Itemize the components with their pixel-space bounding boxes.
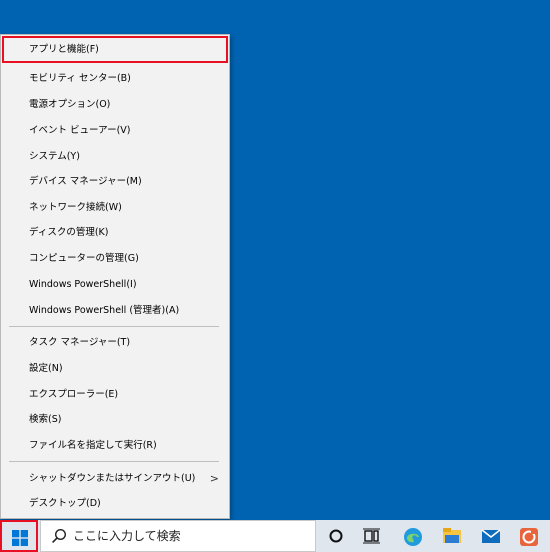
menu-item-label: シャットダウンまたはサインアウト(U) xyxy=(29,473,196,484)
menu-item-label: タスク マネージャー(T) xyxy=(29,337,131,348)
menu-item-label: 設定(N) xyxy=(29,363,63,374)
menu-item-disk-management[interactable]: ディスクの管理(K) xyxy=(3,220,227,245)
menu-item-label: Windows PowerShell(I) xyxy=(29,279,137,290)
menu-item-settings[interactable]: 設定(N) xyxy=(3,356,227,381)
taskbar: ここに入力して検索 xyxy=(0,520,550,552)
edge-button[interactable] xyxy=(394,520,430,552)
menu-item-file-explorer[interactable]: エクスプローラー(E) xyxy=(3,382,227,407)
office-button[interactable] xyxy=(510,520,546,552)
menu-item-search[interactable]: 検索(S) xyxy=(3,407,227,432)
menu-item-label: エクスプローラー(E) xyxy=(29,389,119,400)
office-icon xyxy=(520,528,538,546)
menu-item-mobility-center[interactable]: モビリティ センター(B) xyxy=(3,66,227,91)
menu-item-label: Windows PowerShell (管理者)(A) xyxy=(29,305,180,316)
windows-start-icon xyxy=(12,530,28,546)
menu-separator xyxy=(9,326,219,327)
menu-item-label: 検索(S) xyxy=(29,414,62,425)
menu-item-label: ネットワーク接続(W) xyxy=(29,202,122,213)
menu-item-label: コンピューターの管理(G) xyxy=(29,253,139,264)
menu-item-apps-features[interactable]: アプリと機能(F) xyxy=(2,36,228,63)
menu-item-system[interactable]: システム(Y) xyxy=(3,144,227,169)
menu-item-shutdown-signout[interactable]: シャットダウンまたはサインアウト(U) > xyxy=(3,466,227,491)
start-button[interactable] xyxy=(0,520,38,552)
menu-separator xyxy=(9,461,219,462)
chevron-right-icon: > xyxy=(209,472,219,485)
taskbar-search-box[interactable]: ここに入力して検索 xyxy=(40,520,316,552)
cortana-button[interactable] xyxy=(318,520,354,552)
menu-item-label: システム(Y) xyxy=(29,151,80,162)
menu-item-label: モビリティ センター(B) xyxy=(29,73,131,84)
mail-icon xyxy=(481,529,501,543)
menu-item-network-connections[interactable]: ネットワーク接続(W) xyxy=(3,195,227,220)
menu-item-run[interactable]: ファイル名を指定して実行(R) xyxy=(3,433,227,458)
menu-item-label: デバイス マネージャー(M) xyxy=(29,176,142,187)
menu-item-label: デスクトップ(D) xyxy=(29,498,101,509)
menu-item-powershell[interactable]: Windows PowerShell(I) xyxy=(3,272,227,297)
menu-item-power-options[interactable]: 電源オプション(O) xyxy=(3,92,227,117)
menu-item-label: イベント ビューアー(V) xyxy=(29,125,131,136)
mail-button[interactable] xyxy=(472,520,508,552)
edge-icon xyxy=(404,528,422,546)
menu-item-event-viewer[interactable]: イベント ビューアー(V) xyxy=(3,118,227,143)
menu-item-device-manager[interactable]: デバイス マネージャー(M) xyxy=(3,169,227,194)
file-explorer-icon xyxy=(443,528,461,543)
search-icon xyxy=(52,528,67,543)
menu-item-desktop[interactable]: デスクトップ(D) xyxy=(3,491,227,516)
winx-context-menu: アプリと機能(F) モビリティ センター(B) 電源オプション(O) イベント … xyxy=(0,34,230,519)
menu-item-label: アプリと機能(F) xyxy=(29,44,99,55)
menu-item-computer-management[interactable]: コンピューターの管理(G) xyxy=(3,246,227,271)
task-view-button[interactable] xyxy=(354,520,390,552)
menu-item-label: ファイル名を指定して実行(R) xyxy=(29,440,157,451)
menu-item-task-manager[interactable]: タスク マネージャー(T) xyxy=(3,330,227,355)
file-explorer-button[interactable] xyxy=(433,520,469,552)
task-view-icon xyxy=(363,528,380,544)
search-placeholder: ここに入力して検索 xyxy=(73,529,181,543)
menu-item-powershell-admin[interactable]: Windows PowerShell (管理者)(A) xyxy=(3,298,227,323)
menu-item-label: 電源オプション(O) xyxy=(29,99,111,110)
cortana-icon xyxy=(329,529,343,543)
menu-item-label: ディスクの管理(K) xyxy=(29,227,109,238)
